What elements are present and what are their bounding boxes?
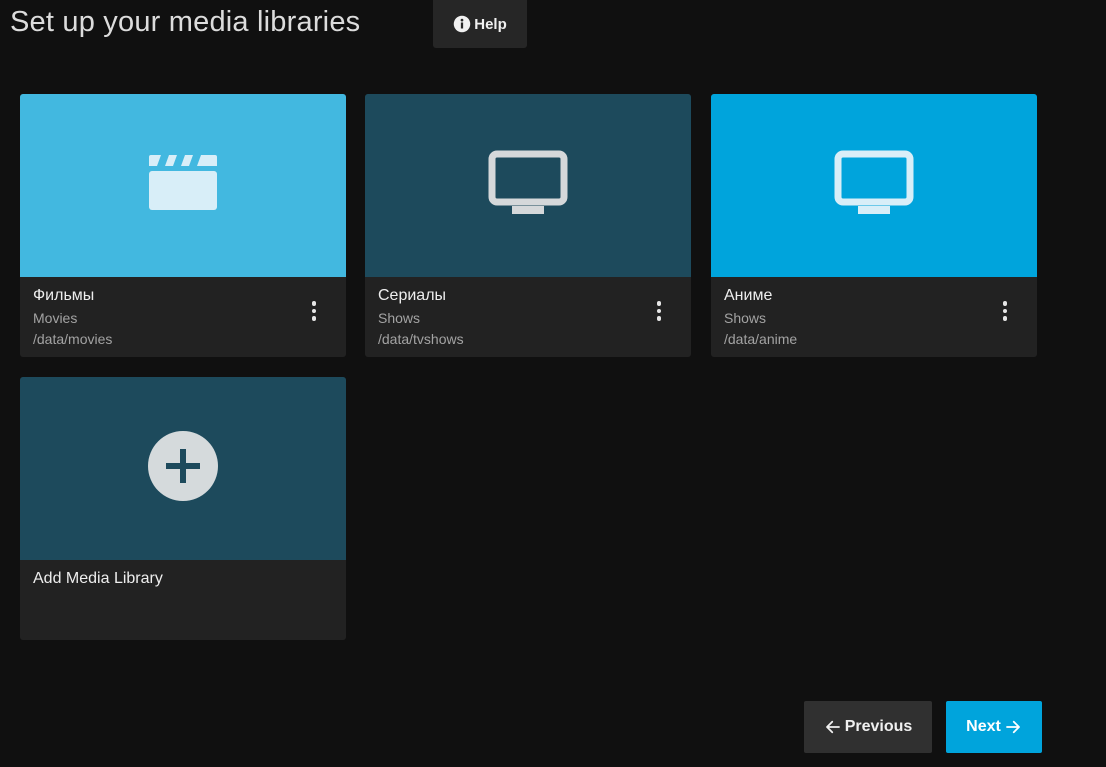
menu-dot: [1002, 316, 1008, 321]
help-button[interactable]: Help: [433, 0, 527, 48]
library-card-footer: Аниме Shows /data/anime: [711, 277, 1037, 357]
library-path: /data/anime: [724, 331, 798, 347]
menu-dot: [311, 301, 317, 306]
library-card-movies[interactable]: Фильмы Movies /data/movies: [20, 94, 346, 357]
tv-icon: [488, 150, 568, 221]
library-path: /data/movies: [33, 331, 113, 347]
library-card-tvshows[interactable]: Сериалы Shows /data/tvshows: [365, 94, 691, 357]
menu-dot: [311, 308, 317, 314]
help-label: Help: [474, 15, 507, 33]
info-icon: [453, 15, 471, 33]
clapperboard-icon: [147, 153, 219, 218]
menu-dot: [656, 308, 662, 314]
library-type: Shows: [378, 310, 421, 326]
library-card-footer: Фильмы Movies /data/movies: [20, 277, 346, 357]
menu-dot: [1002, 308, 1008, 314]
library-card-anime[interactable]: Аниме Shows /data/anime: [711, 94, 1037, 357]
next-button[interactable]: Next: [946, 701, 1042, 753]
page-title: Set up your media libraries: [10, 6, 361, 38]
more-options-button[interactable]: [995, 295, 1015, 327]
tv-icon: [834, 150, 914, 221]
more-options-button[interactable]: [649, 295, 669, 327]
library-type: Shows: [724, 310, 767, 326]
library-name: Сериалы: [378, 287, 447, 304]
next-label: Next: [966, 718, 1001, 735]
library-card-image: [711, 94, 1037, 277]
menu-dot: [656, 301, 662, 306]
arrow-right-icon: [1004, 718, 1022, 736]
library-card-image: [365, 94, 691, 277]
add-library-image: [20, 377, 346, 560]
library-path: /data/tvshows: [378, 331, 464, 347]
library-type: Movies: [33, 310, 78, 326]
setup-page: Set up your media libraries Help Фильмы …: [0, 0, 1106, 767]
menu-dot: [1002, 301, 1008, 306]
plus-circle-icon: [147, 430, 219, 507]
previous-label: Previous: [844, 718, 913, 735]
add-media-library-card[interactable]: Add Media Library: [20, 377, 346, 640]
library-card-image: [20, 94, 346, 277]
menu-dot: [311, 316, 317, 321]
library-card-footer: Сериалы Shows /data/tvshows: [365, 277, 691, 357]
arrow-left-icon: [824, 718, 842, 736]
menu-dot: [656, 316, 662, 321]
add-library-label: Add Media Library: [33, 570, 163, 587]
more-options-button[interactable]: [304, 295, 324, 327]
previous-button[interactable]: Previous: [804, 701, 932, 753]
library-name: Аниме: [724, 287, 773, 304]
library-name: Фильмы: [33, 287, 95, 304]
add-library-footer: Add Media Library: [20, 560, 346, 640]
